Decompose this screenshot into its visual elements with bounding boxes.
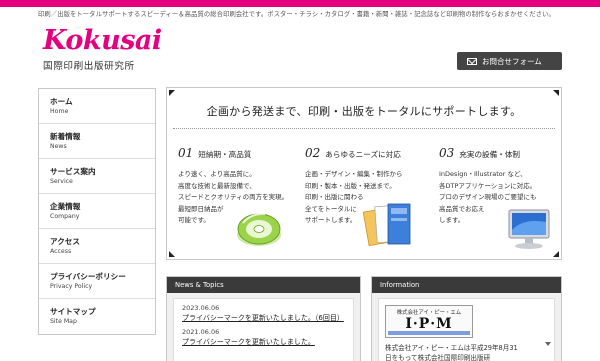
- sidebar-nav: ホーム Home 新着情報 News サービス案内 Service 企業情報 C…: [38, 88, 156, 335]
- sidebar-item-label: サイトマップ: [50, 307, 96, 316]
- contact-form-button[interactable]: お問合せフォーム: [457, 52, 562, 70]
- ipm-banner-subtitle: 株式会社アイ・ピー・エム: [396, 310, 462, 316]
- sidebar-item-service[interactable]: サービス案内 Service: [39, 159, 155, 194]
- sidebar-item-access[interactable]: アクセス Access: [39, 229, 155, 264]
- logo-wordmark: Kokusai: [43, 25, 162, 56]
- ipm-banner-stripe: [388, 331, 470, 335]
- sidebar-item-sublabel: Company: [50, 213, 80, 220]
- news-link[interactable]: プライバシーマークを更新いたしました。（6回目）: [182, 313, 345, 324]
- sidebar-item-label: 新着情報: [50, 132, 81, 141]
- sidebar-item-label: サービス案内: [50, 167, 96, 176]
- sidebar-item-sublabel: Privacy Policy: [50, 283, 93, 290]
- corner-ornament: [553, 90, 559, 96]
- corner-ornament: [169, 90, 175, 96]
- hero-divider: [173, 128, 555, 129]
- sidebar-item-sublabel: Access: [50, 248, 72, 255]
- hero-panel: 企画から発送まで、印刷・出版をトータルにサポートします。 01 短納期・高品質 よ…: [166, 87, 562, 260]
- contact-form-label: お問合せフォーム: [482, 56, 542, 66]
- sidebar-item-label: プライバシーポリシー: [50, 272, 126, 281]
- feature-number: 01: [178, 146, 194, 160]
- monitor-icon: [508, 209, 550, 249]
- corner-ornament: [169, 251, 175, 257]
- news-date: 2023.06.06: [182, 304, 220, 312]
- sidebar-item-sublabel: News: [50, 143, 67, 150]
- sidebar-item-sitemap[interactable]: サイトマップ Site Map: [39, 299, 155, 334]
- information-body: 株式会社アイ・ピー・エム I·P·M 株式会社アイ・ピー・エムは平成29年8月3…: [378, 298, 555, 361]
- feature-title: 充実の設備・体制: [459, 150, 521, 159]
- information-line: 株式会社アイ・ピー・エムは平成29年8月31: [385, 344, 518, 352]
- logo-subtitle: 国際印刷出版研究所: [43, 61, 135, 72]
- mail-icon: [467, 57, 477, 65]
- sidebar-item-label: ホーム: [50, 97, 73, 106]
- site-logo[interactable]: Kokusai 国際印刷出版研究所: [43, 25, 163, 74]
- information-panel: Information 株式会社アイ・ピー・エム I·P·M 株式会社アイ・ピー…: [371, 276, 562, 361]
- ipm-banner-logo: I·P·M: [405, 316, 453, 332]
- scroll-down-arrow-icon[interactable]: [545, 342, 551, 346]
- news-link[interactable]: プライバシーマークを更新いたしました。: [182, 337, 345, 348]
- top-accent-bar: [0, 0, 600, 7]
- news-topics-panel: News & Topics 2023.06.06 プライバシーマークを更新いたし…: [166, 276, 361, 361]
- sidebar-item-sublabel: Site Map: [50, 318, 77, 325]
- ipm-banner[interactable]: 株式会社アイ・ピー・エム I·P·M: [385, 305, 473, 338]
- information-text: 株式会社アイ・ピー・エムは平成29年8月31 日をもって株式会社国際印刷出版研: [385, 343, 545, 361]
- hero-title: 企画から発送まで、印刷・出版をトータルにサポートします。: [206, 105, 522, 118]
- sidebar-item-news[interactable]: 新着情報 News: [39, 124, 155, 159]
- information-heading: Information: [372, 277, 561, 293]
- sidebar-item-privacy-policy[interactable]: プライバシーポリシー Privacy Policy: [39, 264, 155, 299]
- news-date: 2021.06.06: [182, 328, 220, 336]
- news-list: 2023.06.06 プライバシーマークを更新いたしました。（6回目） 2021…: [173, 298, 354, 361]
- cd-disc-icon: [237, 212, 281, 246]
- sidebar-item-company[interactable]: 企業情報 Company: [39, 194, 155, 229]
- feature-title: 短納期・高品質: [198, 150, 252, 159]
- feature-number: 03: [439, 146, 455, 160]
- feature-number: 02: [305, 146, 321, 160]
- sidebar-item-label: アクセス: [50, 237, 80, 246]
- sidebar-item-label: 企業情報: [50, 202, 81, 211]
- sidebar-item-home[interactable]: ホーム Home: [39, 89, 155, 124]
- news-topics-heading: News & Topics: [167, 277, 360, 293]
- sidebar-item-sublabel: Home: [50, 108, 69, 115]
- books-icon: [362, 203, 411, 247]
- sidebar-item-sublabel: Service: [50, 178, 73, 185]
- site-tagline: 印刷／出版をトータルサポートするスピーディー＆高品質の総合印刷会社です。ポスター…: [38, 11, 555, 18]
- feature-title: あらゆるニーズに対応: [325, 150, 401, 159]
- information-line: 日をもって株式会社国際印刷出版研: [385, 354, 491, 361]
